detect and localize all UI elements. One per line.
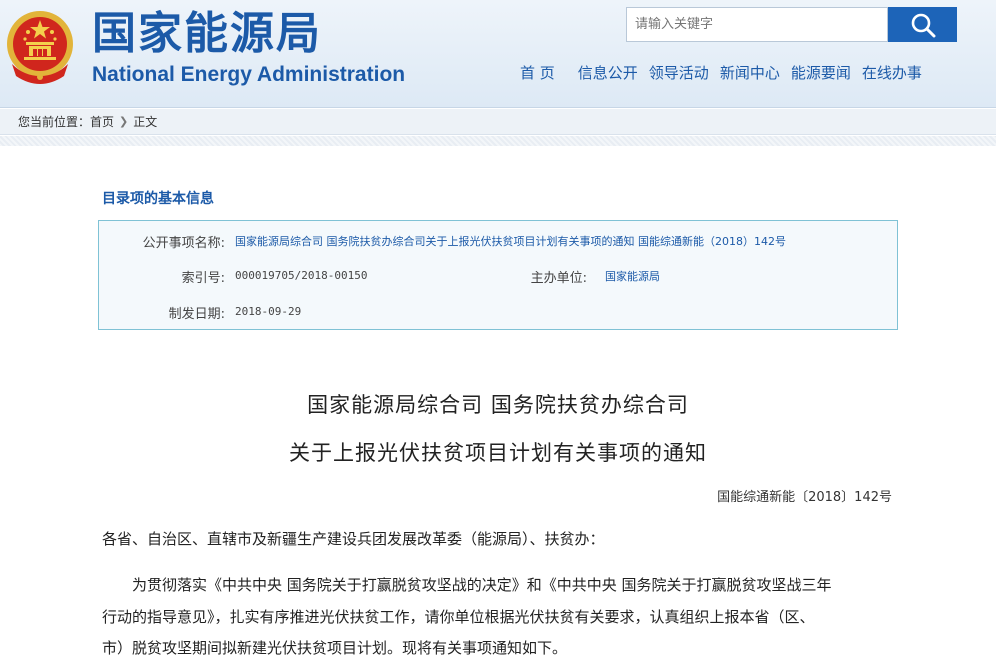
article-title-line1: 国家能源局综合司 国务院扶贫办综合司 xyxy=(307,393,689,417)
body-paragraph-line1: 为贯彻落实《中共中央 国务院关于打赢脱贫攻坚战的决定》和《中共中央 国务院关于打… xyxy=(132,576,832,594)
date-label: 制发日期: xyxy=(168,307,225,322)
breadcrumb-bar: 您当前位置： 首页 ❯ 正文 xyxy=(0,109,996,135)
body-paragraph-line2: 行动的指导意见》，扎实有序推进光伏扶贫工作，请你单位根据光伏扶贫有关要求，认真组… xyxy=(102,608,815,626)
nav-info-disclosure[interactable]: 信息公开 xyxy=(578,62,638,84)
chevron-right-icon: ❯ xyxy=(119,115,129,128)
search-input[interactable] xyxy=(626,7,888,42)
article-title-line2: 关于上报光伏扶贫项目计划有关事项的通知 xyxy=(289,441,707,465)
breadcrumb-home-link[interactable]: 首页 xyxy=(90,113,114,130)
site-logo-english[interactable]: National Energy Administration xyxy=(92,62,405,88)
info-section-title: 目录项的基本信息 xyxy=(102,191,214,207)
nav-energy-news[interactable]: 能源要闻 xyxy=(791,62,851,84)
main-nav: 首 页 信息公开 领导活动 新闻中心 能源要闻 在线办事 xyxy=(520,62,933,84)
org-label: 主办单位: xyxy=(530,271,587,286)
divider-stripe xyxy=(0,136,996,146)
salutation-paragraph: 各省、自治区、直辖市及新疆生产建设兵团发展改革委（能源局）、扶贫办： xyxy=(102,530,605,548)
search-button[interactable] xyxy=(888,7,957,42)
org-value: 国家能源局 xyxy=(605,270,660,283)
search-icon xyxy=(911,13,935,37)
body-paragraph-line3: 市）脱贫攻坚期间拟新建光伏扶贫项目计划。现将有关事项通知如下。 xyxy=(102,639,568,657)
index-value: 000019705/2018-00150 xyxy=(235,269,368,282)
breadcrumb: 您当前位置： 首页 ❯ 正文 xyxy=(18,113,157,130)
national-emblem-icon xyxy=(7,11,73,84)
date-value: 2018-09-29 xyxy=(235,305,302,318)
site-logo-chinese[interactable]: 国家能源局 xyxy=(92,8,322,60)
nav-home[interactable]: 首 页 xyxy=(520,62,555,84)
breadcrumb-prefix: 您当前位置： xyxy=(18,115,91,129)
nav-leader-activities[interactable]: 领导活动 xyxy=(649,62,709,84)
document-number: 国能综通新能〔2018〕142号 xyxy=(717,490,892,505)
nav-online-services[interactable]: 在线办事 xyxy=(862,62,922,84)
nav-news-center[interactable]: 新闻中心 xyxy=(720,62,780,84)
info-panel: 公开事项名称: 国家能源局综合司 国务院扶贫办综合司关于上报光伏扶贫项目计划有关… xyxy=(98,220,898,330)
site-header: 国家能源局 National Energy Administration 首 页… xyxy=(0,0,996,108)
name-value: 国家能源局综合司 国务院扶贫办综合司关于上报光伏扶贫项目计划有关事项的通知 国能… xyxy=(235,235,786,248)
breadcrumb-current: 正文 xyxy=(133,115,158,129)
name-label: 公开事项名称: xyxy=(142,236,225,251)
index-label: 索引号: xyxy=(181,271,225,286)
